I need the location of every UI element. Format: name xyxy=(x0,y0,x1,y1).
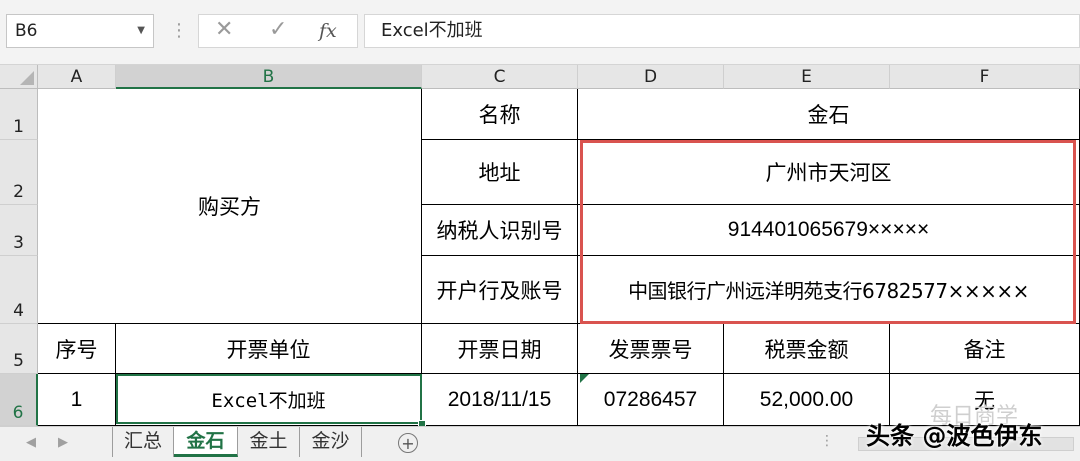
row-number: 3 xyxy=(13,233,24,253)
name-box-value: B6 xyxy=(15,21,38,41)
row-number: 4 xyxy=(13,301,24,321)
tab-sheet-jintu[interactable]: 金土 xyxy=(238,427,300,457)
column-header-b[interactable]: B xyxy=(116,65,422,89)
more-options-icon[interactable]: ⋮ xyxy=(170,18,188,44)
cell-invoice-no[interactable]: 07286457 xyxy=(578,374,724,426)
error-indicator-icon xyxy=(580,374,589,383)
cell-header-company[interactable]: 开票单位 xyxy=(116,324,422,374)
cell-name-value[interactable]: 金石 xyxy=(578,89,1080,140)
cell-address-label[interactable]: 地址 xyxy=(422,140,578,205)
column-header-f[interactable]: F xyxy=(890,65,1080,89)
cell-bank-value[interactable]: 中国银行广州远洋明苑支行6782577××××× xyxy=(578,256,1080,324)
row-number: 2 xyxy=(13,182,24,202)
tab-sheet-summary[interactable]: 汇总 xyxy=(112,427,174,457)
formula-input[interactable]: Excel不加班 xyxy=(364,14,1080,48)
scroll-right-icon[interactable]: ▶ xyxy=(58,435,68,450)
cell-header-index[interactable]: 序号 xyxy=(38,324,116,374)
select-all-icon xyxy=(20,71,34,85)
column-header-e[interactable]: E xyxy=(724,65,890,89)
formula-buttons: ✕ ✓ fx xyxy=(198,14,358,48)
cell-address-value[interactable]: 广州市天河区 xyxy=(578,140,1080,205)
row-header-3[interactable]: 3 xyxy=(0,205,38,256)
row-header-6[interactable]: 6 xyxy=(0,374,38,426)
cell-bank-label[interactable]: 开户行及账号 xyxy=(422,256,578,324)
row-number: 1 xyxy=(13,117,24,137)
cell-buyer-merged[interactable]: 购买方 xyxy=(38,89,422,324)
formula-bar: B6 ▼ ⋮ ✕ ✓ fx Excel不加班 xyxy=(0,0,1080,65)
row-number: 6 xyxy=(12,403,24,423)
tab-sheet-jinsha[interactable]: 金沙 xyxy=(300,427,362,457)
cell-name-label[interactable]: 名称 xyxy=(422,89,578,140)
row-header-1[interactable]: 1 xyxy=(0,89,38,140)
insert-function-icon[interactable]: fx xyxy=(319,20,337,42)
row-header-2[interactable]: 2 xyxy=(0,140,38,205)
row-header-5[interactable]: 5 xyxy=(0,324,38,374)
row-number: 5 xyxy=(13,351,24,371)
cell-date[interactable]: 2018/11/15 xyxy=(422,374,578,426)
cancel-icon[interactable]: ✕ xyxy=(215,17,233,42)
checkmark-icon[interactable]: ✓ xyxy=(269,17,287,42)
column-header-c[interactable]: C xyxy=(422,65,578,89)
name-box[interactable]: B6 ▼ xyxy=(6,14,154,48)
row-header-4[interactable]: 4 xyxy=(0,256,38,324)
cell-index[interactable]: 1 xyxy=(38,374,116,426)
watermark: 头条 @波色伊东 xyxy=(866,422,1043,450)
cell-header-invoice-no[interactable]: 发票票号 xyxy=(578,324,724,374)
tab-sheet-jinshi[interactable]: 金石 xyxy=(174,427,238,457)
cell-header-amount[interactable]: 税票金额 xyxy=(724,324,890,374)
scroll-left-icon[interactable]: ◀ xyxy=(26,435,36,450)
more-dots-icon[interactable]: ⋮ xyxy=(820,433,834,449)
select-all-button[interactable] xyxy=(0,65,38,89)
chevron-down-icon[interactable]: ▼ xyxy=(137,15,145,47)
cell-company[interactable]: Excel不加班 xyxy=(116,374,422,426)
add-sheet-icon[interactable]: + xyxy=(398,433,418,453)
column-header-d[interactable]: D xyxy=(578,65,724,89)
cell-header-remark[interactable]: 备注 xyxy=(890,324,1080,374)
cell-taxid-label[interactable]: 纳税人识别号 xyxy=(422,205,578,256)
cell-header-date[interactable]: 开票日期 xyxy=(422,324,578,374)
column-header-a[interactable]: A xyxy=(38,65,116,89)
cell-taxid-value[interactable]: 914401065679××××× xyxy=(578,205,1080,256)
